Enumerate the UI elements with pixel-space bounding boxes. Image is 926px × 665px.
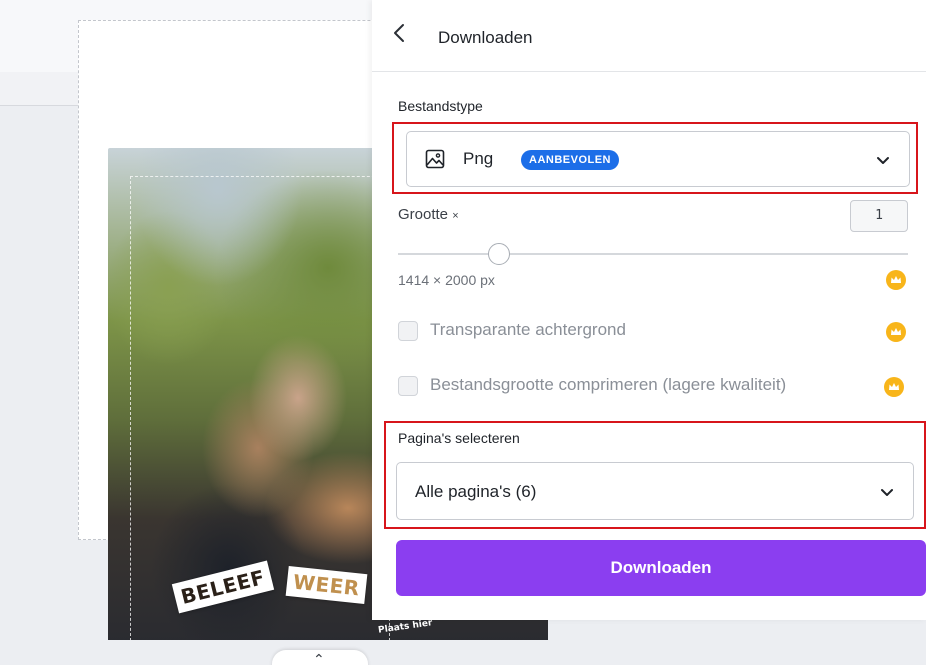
dimensions-text: 1414 × 2000 px xyxy=(398,272,495,288)
bottom-bar xyxy=(0,640,926,665)
transparent-background-checkbox[interactable] xyxy=(398,321,418,341)
compress-file-checkbox[interactable] xyxy=(398,376,418,396)
pages-select[interactable]: Alle pagina's (6) xyxy=(396,462,914,520)
option-label: Bestandsgrootte comprimeren (lagere kwal… xyxy=(430,375,787,394)
back-button[interactable] xyxy=(392,22,418,52)
app-window: 0 50 100 150 BELEEF WEER Plaats hier ⌃ D… xyxy=(0,0,926,665)
recommended-badge: AANBEVOLEN xyxy=(521,150,620,170)
chevron-down-icon xyxy=(877,157,889,164)
pages-value: Alle pagina's (6) xyxy=(415,482,537,501)
size-input[interactable]: 1 xyxy=(850,200,908,232)
size-label: Grootte × xyxy=(398,206,459,223)
pages-label: Pagina's selecteren xyxy=(398,430,520,446)
file-type-value: Png xyxy=(463,149,494,168)
size-label-text: Grootte xyxy=(398,206,449,223)
size-slider-thumb[interactable] xyxy=(488,243,510,265)
file-type-select[interactable]: Png AANBEVOLEN xyxy=(406,131,910,187)
panel-title: Downloaden xyxy=(438,28,533,47)
download-button[interactable]: Downloaden xyxy=(396,540,926,596)
crown-icon xyxy=(886,270,906,290)
option-label: Transparante achtergrond xyxy=(430,320,626,339)
chevron-left-icon xyxy=(394,24,404,42)
size-multiplier-sign: × xyxy=(452,210,459,222)
size-slider-track[interactable] xyxy=(398,253,908,255)
crown-icon xyxy=(886,322,906,342)
chevron-down-icon xyxy=(881,489,893,496)
chevron-up-icon: ⌃ xyxy=(313,651,325,665)
download-panel: Downloaden Bestandstype Png AANBEVOLEN G… xyxy=(372,0,926,620)
panel-header: Downloaden xyxy=(372,0,926,72)
crown-icon xyxy=(884,377,904,397)
image-icon xyxy=(425,149,445,169)
file-type-label: Bestandstype xyxy=(398,98,483,114)
page-toggle-button[interactable]: ⌃ xyxy=(272,650,368,665)
